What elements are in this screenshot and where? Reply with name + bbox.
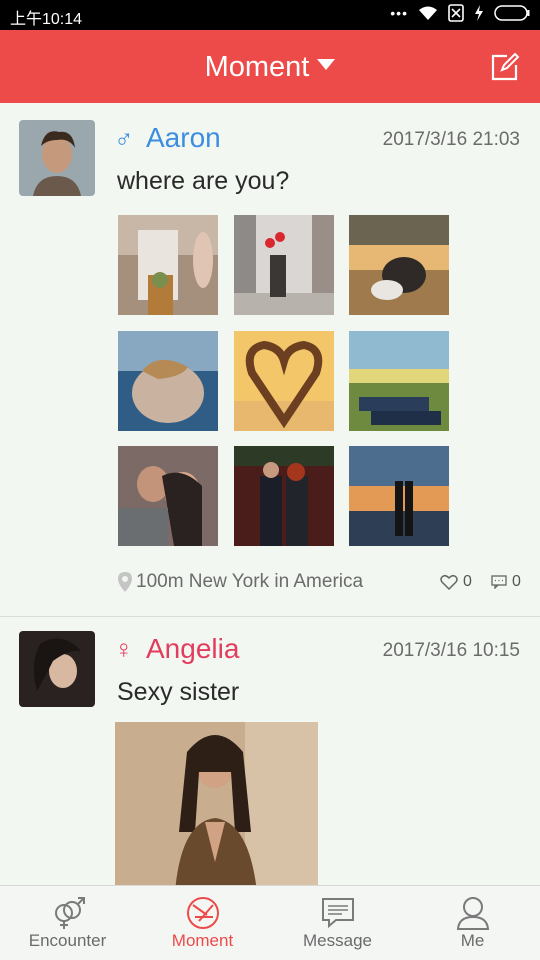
no-sim-icon [448,4,464,22]
heart-icon [440,574,458,590]
moment-feed[interactable]: ♂ Aaron 2017/3/16 21:03 where are you? 1… [0,103,540,885]
like-count: 0 [463,573,472,590]
tab-me[interactable]: Me [405,886,540,960]
tab-label: Encounter [28,931,107,950]
status-bar: 上午10:14 ••• [0,0,540,30]
moment-icon [186,897,219,929]
post-card[interactable]: ♀ Angelia 2017/3/16 10:15 Sexy sister [0,617,540,885]
charging-icon [475,5,483,21]
message-icon [321,898,354,929]
wifi-icon [419,6,437,20]
post-photo[interactable] [118,446,218,546]
tab-label: Message [303,931,372,950]
bottom-tab-bar: Encounter Moment Message Me [0,885,540,960]
post-photo[interactable] [349,215,449,315]
more-dots-icon: ••• [390,5,408,21]
avatar[interactable] [19,120,95,196]
post-author-name[interactable]: Angelia [146,633,239,665]
location-text: 100m New York in America [136,571,364,592]
status-time: 上午10:14 [10,11,83,28]
post-photo[interactable] [349,446,449,546]
post-photo[interactable] [234,215,334,315]
post-photo[interactable] [349,331,449,431]
post-author-name[interactable]: Aaron [146,122,221,154]
post-photo[interactable] [234,446,334,546]
gender-icon [54,897,85,929]
comment-count: 0 [512,573,521,590]
comment-icon [491,575,507,589]
page-title: Moment [204,51,310,83]
location-pin-icon [118,572,132,592]
male-icon: ♂ [114,124,134,154]
post-timestamp: 2017/3/16 10:15 [382,640,520,661]
post-text: Sexy sister [117,678,240,706]
tab-moment[interactable]: Moment [135,886,270,960]
tab-label: Moment [171,931,234,950]
post-photo[interactable] [118,215,218,315]
avatar[interactable] [19,631,95,707]
header-title-dropdown[interactable]: Moment [0,51,540,84]
tab-message[interactable]: Message [270,886,405,960]
post-timestamp: 2017/3/16 21:03 [382,129,520,150]
app-header: Moment [0,30,540,103]
caret-down-icon [317,59,336,70]
female-icon: ♀ [114,634,134,664]
post-location[interactable]: 100m New York in America [117,571,363,593]
post-photo[interactable] [234,331,334,431]
person-icon [456,897,489,930]
like-button[interactable]: 0 [440,573,472,591]
post-text: where are you? [117,167,290,195]
tab-encounter[interactable]: Encounter [0,886,135,960]
post-card[interactable]: ♂ Aaron 2017/3/16 21:03 where are you? 1… [0,103,540,617]
battery-icon [494,5,530,21]
tab-label: Me [460,931,485,950]
compose-icon[interactable] [490,52,520,82]
post-photo[interactable] [115,722,318,885]
post-photo[interactable] [118,331,218,431]
comment-button[interactable]: 0 [491,573,521,591]
